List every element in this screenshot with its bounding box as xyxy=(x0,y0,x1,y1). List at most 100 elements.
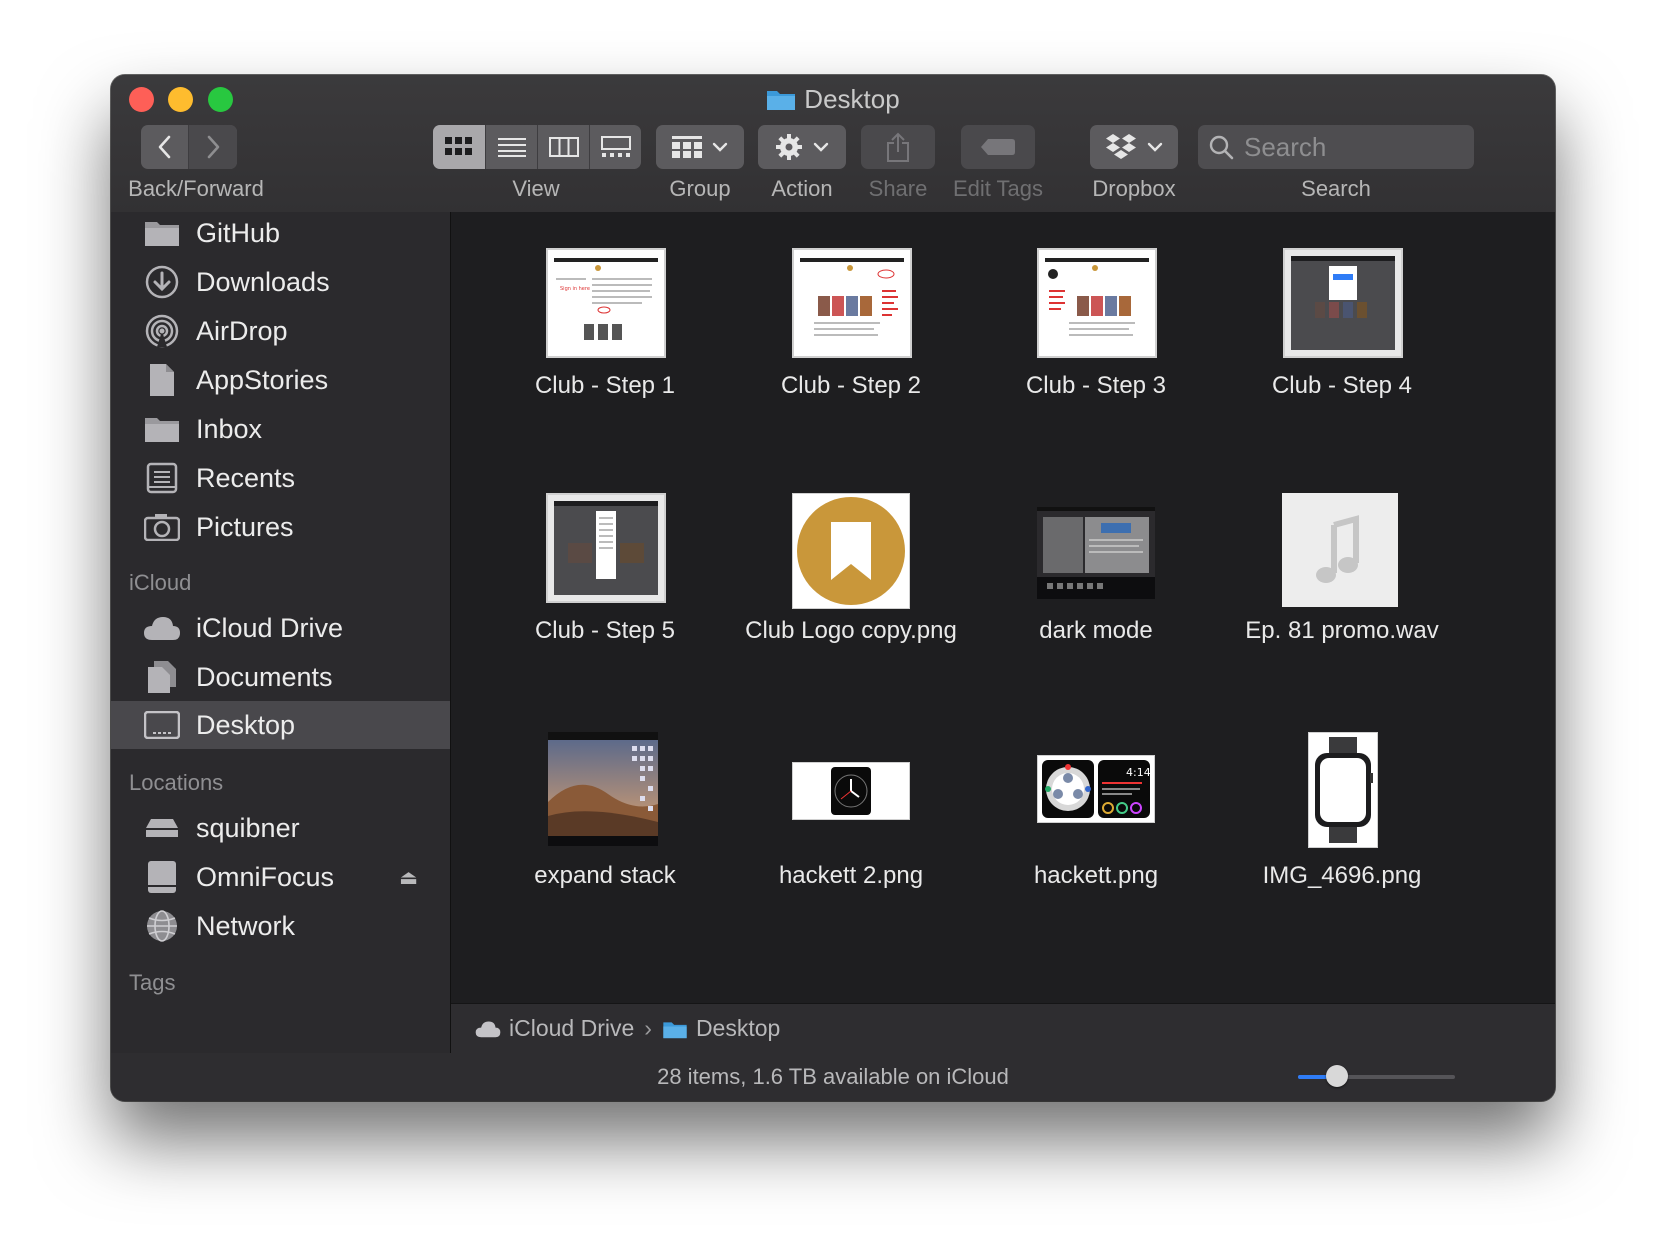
file-thumbnail: Sign in here xyxy=(546,248,666,358)
share-icon xyxy=(887,132,909,162)
sidebar-item-recents[interactable]: Recents xyxy=(111,454,450,502)
status-bar: 28 items, 1.6 TB available on iCloud xyxy=(111,1053,1555,1101)
sidebar-item-label: Downloads xyxy=(196,266,330,297)
drive-icon xyxy=(143,810,181,846)
group-button[interactable] xyxy=(656,125,744,169)
file-thumbnail xyxy=(792,248,912,358)
file-name: Club Logo copy.png xyxy=(745,617,957,644)
watch-time-text: 4:14 xyxy=(1126,766,1151,779)
back-button[interactable] xyxy=(141,125,188,169)
cloud-icon xyxy=(143,610,181,646)
cloud-icon xyxy=(475,1020,501,1037)
folder-icon xyxy=(767,91,796,111)
sidebar-item-label: GitHub xyxy=(196,217,281,248)
gallery-icon xyxy=(600,136,631,157)
file-name: Ep. 81 promo.wav xyxy=(1245,617,1439,644)
list-icon xyxy=(497,138,526,157)
sidebar-item-downloads[interactable]: Downloads xyxy=(111,258,450,306)
file-thumbnail xyxy=(546,493,666,603)
file-thumbnail xyxy=(1037,507,1155,599)
sidebar-item-airdrop[interactable]: AirDrop xyxy=(111,307,450,355)
window-title-text: Desktop xyxy=(804,84,900,114)
sidebar-item-label: squibner xyxy=(196,812,300,843)
file-item[interactable]: Club Logo copy.png xyxy=(721,477,981,697)
path-item-icloud-drive[interactable]: iCloud Drive xyxy=(509,1015,634,1042)
sidebar-item-label: OmniFocus xyxy=(196,861,335,892)
sidebar-item-inbox[interactable]: Inbox xyxy=(111,405,450,453)
search-field[interactable] xyxy=(1198,125,1474,169)
file-item[interactable]: Ep. 81 promo.wav xyxy=(1212,477,1472,697)
chevron-down-icon xyxy=(712,142,728,152)
documents-icon xyxy=(143,659,181,695)
group-grid-icon xyxy=(672,136,702,158)
sidebar-item-label: Pictures xyxy=(196,511,294,542)
file-thumbnail xyxy=(1282,493,1398,607)
edit-tags-control xyxy=(961,125,1035,169)
column-view-button[interactable] xyxy=(538,125,589,169)
file-name: Club - Step 1 xyxy=(534,372,676,399)
action-button[interactable] xyxy=(758,125,846,169)
sidebar-item-label: Network xyxy=(196,910,296,941)
sidebar-item-github[interactable]: GitHub xyxy=(111,209,450,257)
file-item[interactable]: Club - Step 3 xyxy=(966,232,1226,432)
forward-button[interactable] xyxy=(189,125,237,169)
search-icon xyxy=(1209,135,1234,160)
window-title: Desktop xyxy=(111,81,1555,117)
share-control xyxy=(861,125,935,169)
sidebar-item-label: iCloud Drive xyxy=(196,612,344,643)
sidebar-item-network[interactable]: Network xyxy=(111,902,450,950)
svg-text:Sign in here: Sign in here xyxy=(560,286,590,292)
file-item[interactable]: expand stack xyxy=(475,722,735,942)
sidebar-item-documents[interactable]: Documents xyxy=(111,653,450,701)
sidebar-item-omnifocus[interactable]: OmniFocus ⏏ xyxy=(111,853,450,901)
sidebar-item-desktop[interactable]: Desktop xyxy=(111,701,450,749)
sidebar-item-label: Desktop xyxy=(196,709,296,740)
file-item[interactable]: Club - Step 5 xyxy=(475,477,735,697)
icon-view-button[interactable] xyxy=(433,125,485,169)
sidebar-item-icloud-drive[interactable]: iCloud Drive xyxy=(111,604,450,652)
file-item[interactable]: Club - Step 4 xyxy=(1212,232,1472,432)
file-name: hackett.png xyxy=(1033,862,1159,889)
sidebar-item-squibner[interactable]: squibner xyxy=(111,804,450,852)
search-label: Search xyxy=(1301,176,1371,201)
dropbox-button[interactable] xyxy=(1090,125,1178,169)
folder-icon xyxy=(663,1021,687,1038)
chevron-down-icon xyxy=(1147,142,1163,152)
file-name: Club - Step 5 xyxy=(534,617,676,644)
file-item[interactable]: Sign in here Club - Step 1 xyxy=(475,232,735,432)
sidebar-item-pictures[interactable]: Pictures xyxy=(111,503,450,551)
file-thumbnail xyxy=(1037,248,1157,358)
sidebar: GitHub Downloads AirDrop AppStories Inbo… xyxy=(111,212,451,1101)
path-separator: › xyxy=(644,1015,652,1041)
file-name: hackett 2.png xyxy=(778,862,924,889)
back-forward-control xyxy=(141,125,237,169)
file-item[interactable]: IMG_4696.png xyxy=(1212,722,1472,942)
group-control xyxy=(656,125,744,169)
dropbox-label: Dropbox xyxy=(1092,176,1176,201)
file-name: Club - Step 4 xyxy=(1271,372,1413,399)
share-button[interactable] xyxy=(861,125,935,169)
sidebar-item-appstories[interactable]: AppStories xyxy=(111,356,450,404)
file-item[interactable]: hackett 2.png xyxy=(721,722,981,942)
file-thumbnail xyxy=(792,493,910,609)
list-view-button[interactable] xyxy=(486,125,537,169)
sidebar-item-label: Inbox xyxy=(196,413,263,444)
path-item-desktop[interactable]: Desktop xyxy=(696,1015,780,1042)
file-item[interactable]: dark mode xyxy=(966,477,1226,697)
search-input[interactable] xyxy=(1242,130,1446,164)
eject-icon[interactable]: ⏏ xyxy=(399,865,418,890)
dropbox-icon xyxy=(1106,134,1136,159)
folder-icon xyxy=(143,215,181,251)
airdrop-icon xyxy=(143,313,181,349)
icon-size-slider[interactable] xyxy=(1298,1065,1455,1087)
file-item[interactable]: Club - Step 2 xyxy=(721,232,981,432)
file-grid: Sign in here Club - Step 1 Club - Step 2 xyxy=(451,212,1555,1003)
file-item[interactable]: 4:14 hackett.png xyxy=(966,722,1226,942)
edit-tags-button[interactable] xyxy=(961,125,1035,169)
chevron-down-icon xyxy=(813,142,829,152)
gallery-view-button[interactable] xyxy=(590,125,641,169)
file-thumbnail xyxy=(1308,732,1378,848)
camera-icon xyxy=(143,509,181,545)
gear-icon xyxy=(776,134,802,160)
sidebar-item-label: Documents xyxy=(196,661,333,692)
